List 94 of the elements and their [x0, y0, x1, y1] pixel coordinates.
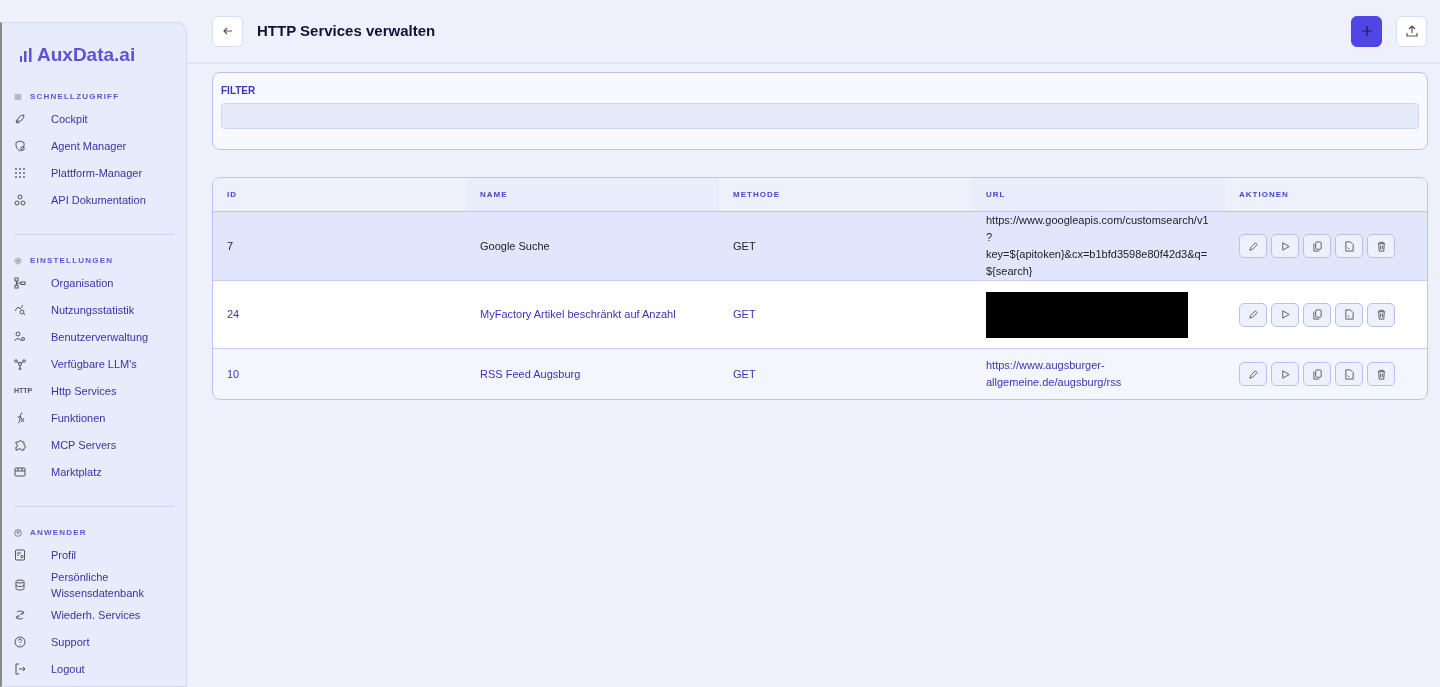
sidebar-item[interactable]: Verfügbare LLM's	[14, 350, 174, 378]
play-icon	[1279, 309, 1291, 320]
column-header: METHODE	[719, 178, 972, 212]
play-icon	[1279, 368, 1291, 380]
sidebar-item[interactable]: Logout	[14, 655, 174, 683]
name-cell-text: Google Suche	[480, 238, 550, 254]
org-icon	[14, 277, 26, 289]
copy-icon	[1311, 368, 1323, 380]
user-circle-icon	[14, 528, 22, 537]
sidebar-item[interactable]: Funktionen	[14, 404, 174, 432]
trash-icon	[1375, 309, 1387, 320]
method-cell-text: GET	[733, 366, 756, 382]
plus-icon	[1360, 25, 1373, 37]
url-cell-text: https://www.googleapis.com/customsearch/v1?key=${apitoken}&cx=b1bfd3598e80f42d3&q=${search}	[986, 213, 1210, 279]
name-cell-text: MyFactory Artikel beschränkt auf Anzahl	[480, 307, 676, 323]
delete-button[interactable]	[1367, 234, 1395, 258]
logout-icon	[14, 663, 26, 675]
db-icon	[14, 579, 26, 591]
run-button[interactable]	[1271, 362, 1299, 386]
help-icon	[14, 636, 26, 648]
hook-icon	[14, 194, 26, 206]
sidebar-item[interactable]: API Dokumentation	[14, 186, 174, 214]
table-row[interactable]: 7 Google Suche GET https://www.googleapis.com/customsearch/v1?key=${apitoken}&cx=b1bfd3598e80f42d3&q=${search}	[213, 212, 1427, 281]
grid-icon	[14, 167, 26, 179]
sidebar-item[interactable]: Nutzungsstatistik	[14, 296, 174, 324]
trash-icon	[1375, 368, 1387, 380]
column-header: AKTIONEN	[1225, 178, 1427, 212]
section-title: EINSTELLUNGEN	[30, 254, 114, 267]
file-icon	[1343, 240, 1355, 252]
column-header: NAME	[466, 178, 719, 212]
cycle-icon	[14, 609, 26, 621]
id-cell-text: 7	[227, 238, 234, 254]
page-title: HTTP Services verwalten	[257, 22, 436, 40]
column-header: URL	[972, 178, 1225, 212]
file-icon	[1343, 309, 1355, 320]
sidebar-item[interactable]: Marktplatz	[14, 458, 174, 486]
add-button[interactable]	[1351, 15, 1382, 47]
edit-button[interactable]	[1239, 234, 1267, 258]
profile-icon	[14, 549, 26, 561]
sidebar-item[interactable]: Plattform-Manager	[14, 159, 174, 187]
stats-icon	[14, 304, 26, 316]
sidebar-item[interactable]: Cockpit	[14, 105, 174, 133]
sidebar-item[interactable]: Benutzerverwaltung	[14, 323, 174, 351]
back-button[interactable]	[212, 15, 243, 47]
section-title: SCHNELLZUGRIFF	[30, 90, 120, 103]
back-arrow-icon	[221, 25, 234, 37]
id-cell-text: 10	[227, 366, 240, 382]
llm-icon	[14, 358, 26, 370]
sidebar-item[interactable]: Support	[14, 628, 174, 656]
run-button[interactable]	[1271, 234, 1299, 258]
edit-button[interactable]	[1239, 302, 1267, 327]
copy-icon	[1311, 309, 1323, 320]
pencil-icon	[1247, 240, 1259, 252]
store-icon	[14, 466, 26, 478]
column-header: ID	[213, 178, 466, 212]
section-title: ANWENDER	[30, 526, 87, 539]
copy-icon	[1311, 240, 1323, 252]
sidebar-item[interactable]: Profil	[14, 541, 174, 569]
sidebar-item[interactable]: Wiederh. Services	[14, 601, 174, 629]
sidebar-item[interactable]: MCP Servers	[14, 431, 174, 459]
method-cell-text: GET	[733, 238, 756, 254]
copy-button[interactable]	[1303, 302, 1331, 327]
trash-icon	[1375, 240, 1387, 252]
method-cell-text: GET	[733, 307, 756, 323]
copy-button[interactable]	[1303, 234, 1331, 258]
puzzle-icon	[14, 439, 26, 451]
pencil-icon	[1247, 368, 1259, 380]
run-button[interactable]	[1271, 302, 1299, 327]
filter-label: FILTER	[221, 84, 257, 98]
delete-button[interactable]	[1367, 302, 1395, 327]
table-row[interactable]: 10 RSS Feed Augsburg GET https://www.augsburger-allgemeine.de/augsburg/rss	[213, 349, 1427, 399]
edit-button[interactable]	[1239, 362, 1267, 386]
copy-button[interactable]	[1303, 362, 1331, 386]
id-cell-text: 24	[227, 307, 240, 323]
pencil-icon	[1247, 309, 1259, 320]
cockpit-icon	[14, 113, 26, 125]
file-icon	[1343, 368, 1355, 380]
upload-icon	[1405, 25, 1418, 37]
export-button[interactable]	[1335, 302, 1363, 327]
play-icon	[1279, 240, 1291, 252]
export-button[interactable]	[1335, 362, 1363, 386]
logo: AuxData.ai	[14, 37, 174, 88]
sidebar-item[interactable]: Persönliche Wissensdatenbank	[14, 568, 174, 602]
export-button[interactable]	[1335, 234, 1363, 258]
agent-icon	[14, 140, 26, 152]
sidebar-item[interactable]: Agent Manager	[14, 132, 174, 160]
url-cell-text: https://www.augsburger-allgemeine.de/augsburg/rss	[986, 358, 1123, 390]
users-icon	[14, 331, 26, 343]
filter-input[interactable]	[221, 103, 1419, 129]
upload-button[interactable]	[1396, 15, 1427, 47]
name-cell-text: RSS Feed Augsburg	[480, 366, 581, 382]
delete-button[interactable]	[1367, 362, 1395, 386]
table-row[interactable]: 24 MyFactory Artikel beschränkt auf Anzahl GET	[213, 281, 1427, 349]
sidebar-item[interactable]: Organisation	[14, 269, 174, 297]
